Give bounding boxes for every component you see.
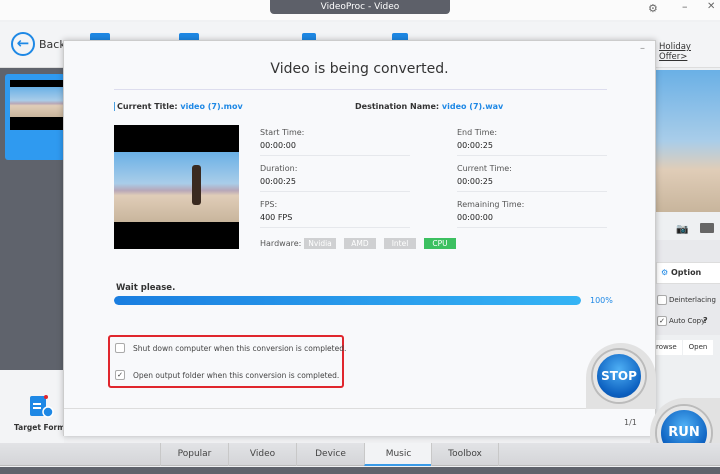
current-title-label: Current Title: bbox=[117, 102, 178, 111]
open-folder-checkbox[interactable]: ✓ bbox=[115, 370, 125, 380]
open-folder-label: Open output folder when this conversion … bbox=[133, 371, 340, 380]
bottom-edge bbox=[0, 467, 720, 474]
dialog-footer bbox=[64, 408, 655, 436]
progress-fill bbox=[114, 296, 581, 305]
settings-gear-icon[interactable]: ⚙ bbox=[648, 2, 658, 15]
current-time-value: 00:00:25 bbox=[457, 177, 493, 186]
deinterlacing-checkbox[interactable] bbox=[657, 295, 667, 305]
dialog-minimize-button[interactable]: – bbox=[640, 43, 645, 54]
duration-value: 00:00:25 bbox=[260, 177, 296, 186]
person-figure bbox=[192, 165, 201, 205]
hardware-label: Hardware: bbox=[260, 239, 302, 248]
divider bbox=[260, 227, 410, 228]
tab-popular[interactable]: Popular bbox=[160, 443, 228, 466]
start-time-label: Start Time: bbox=[260, 128, 305, 137]
snapshot-camera-icon[interactable]: 📷 bbox=[676, 224, 688, 235]
window-title: VideoProc - Video bbox=[270, 0, 450, 14]
open-button[interactable]: Open bbox=[683, 340, 713, 355]
current-title: Current Title: video (7).mov bbox=[114, 102, 243, 111]
dialog-title: Video is being converted. bbox=[270, 61, 449, 77]
close-button[interactable]: ✕ bbox=[707, 1, 715, 12]
help-icon[interactable]: ? bbox=[703, 316, 708, 325]
shutdown-label: Shut down computer when this conversion … bbox=[133, 344, 347, 353]
gear-icon: ⚙ bbox=[661, 268, 669, 277]
options-highlight bbox=[108, 335, 344, 388]
remaining-time-value: 00:00:00 bbox=[457, 213, 493, 222]
hardware-nvidia: Nvidia bbox=[304, 238, 336, 249]
status-text: Wait please. bbox=[116, 283, 176, 293]
divider bbox=[457, 155, 607, 156]
end-time-label: End Time: bbox=[457, 128, 498, 137]
destination-label: Destination Name: bbox=[355, 102, 440, 111]
end-time-value: 00:00:25 bbox=[457, 141, 493, 150]
target-format-icon[interactable] bbox=[29, 394, 55, 420]
auto-copy-label: Auto Copy bbox=[669, 317, 706, 325]
divider bbox=[114, 89, 607, 90]
fps-label: FPS: bbox=[260, 200, 278, 209]
shutdown-checkbox[interactable] bbox=[115, 343, 125, 353]
start-time-value: 00:00:00 bbox=[260, 141, 296, 150]
preview-image bbox=[656, 70, 720, 212]
holiday-offer-link[interactable]: Holiday Offer> bbox=[659, 42, 720, 62]
divider bbox=[260, 191, 410, 192]
back-arrow-icon[interactable]: ← bbox=[11, 32, 35, 56]
minimize-button[interactable]: – bbox=[682, 0, 688, 13]
option-label: Option bbox=[670, 268, 702, 277]
destination-value: video (7).wav bbox=[441, 102, 504, 111]
remaining-time-label: Remaining Time: bbox=[457, 200, 525, 209]
auto-copy-checkbox[interactable]: ✓ bbox=[657, 316, 667, 326]
divider bbox=[457, 191, 607, 192]
fps-value: 400 FPS bbox=[260, 213, 293, 222]
divider bbox=[457, 227, 607, 228]
browse-button[interactable]: rowse bbox=[656, 340, 682, 355]
back-button[interactable]: Back bbox=[39, 38, 66, 51]
progress-percent: 100% bbox=[590, 296, 613, 305]
hardware-intel: Intel bbox=[384, 238, 416, 249]
video-preview bbox=[114, 125, 239, 249]
hardware-cpu: CPU bbox=[424, 238, 456, 249]
thumbnail-image bbox=[10, 80, 65, 130]
conversion-dialog: – Video is being converted. Current Titl… bbox=[63, 40, 656, 436]
divider bbox=[260, 155, 410, 156]
stop-button[interactable]: STOP bbox=[593, 350, 645, 402]
current-title-value: video (7).mov bbox=[180, 102, 243, 111]
page-indicator: 1/1 bbox=[624, 418, 637, 427]
open-folder-icon[interactable] bbox=[700, 223, 714, 233]
tab-music[interactable]: Music bbox=[364, 443, 432, 466]
progress-bar bbox=[114, 296, 581, 305]
video-thumbnail-card[interactable] bbox=[5, 74, 65, 160]
option-button[interactable]: ⚙ Option bbox=[656, 262, 720, 284]
duration-label: Duration: bbox=[260, 164, 298, 173]
tab-device[interactable]: Device bbox=[296, 443, 364, 466]
current-time-label: Current Time: bbox=[457, 164, 512, 173]
deinterlacing-label: Deinterlacing bbox=[669, 296, 716, 304]
tab-video[interactable]: Video bbox=[228, 443, 296, 466]
destination-name: Destination Name: video (7).wav bbox=[355, 102, 503, 111]
hardware-amd: AMD bbox=[344, 238, 376, 249]
tab-toolbox[interactable]: Toolbox bbox=[431, 443, 499, 466]
